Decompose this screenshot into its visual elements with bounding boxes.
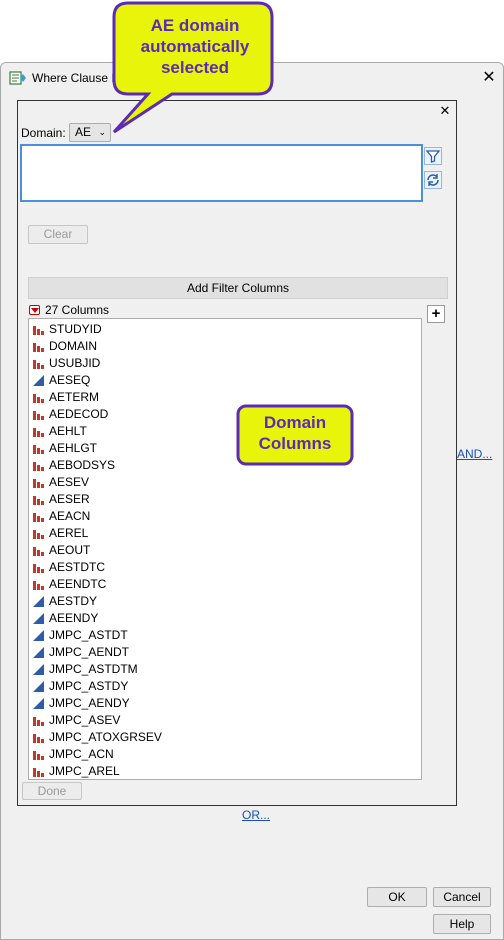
callout-text: Domain Columns xyxy=(236,412,354,454)
nominal-column-icon xyxy=(33,513,44,522)
column-name: AEDECOD xyxy=(49,407,109,421)
column-name: AESEV xyxy=(49,475,90,489)
close-icon[interactable]: ✕ xyxy=(479,67,499,87)
column-name: AEHLT xyxy=(49,424,87,438)
column-name: JMPC_AENDY xyxy=(49,696,130,710)
continuous-column-icon xyxy=(33,613,44,624)
column-name: STUDYID xyxy=(49,322,102,336)
column-name: AEENDTC xyxy=(49,577,107,591)
column-name: JMPC_ATOXGRSEV xyxy=(49,730,162,744)
column-name: AEOUT xyxy=(49,543,91,557)
column-name: AEENDY xyxy=(49,611,99,625)
column-name: JMPC_ACN xyxy=(49,747,114,761)
nominal-column-icon xyxy=(33,496,44,505)
column-name: JMPC_AENDT xyxy=(49,645,130,659)
where-clause-window: Where Clause B ✕ ✕ Domain: AE ⌄ Clear Ad… xyxy=(0,62,504,940)
column-name: JMPC_ASEV xyxy=(49,713,121,727)
nominal-column-icon xyxy=(33,564,44,573)
nominal-column-icon xyxy=(33,394,44,403)
refresh-icon[interactable] xyxy=(424,171,442,189)
nominal-column-icon xyxy=(33,530,44,539)
callout-line: Domain xyxy=(263,413,327,432)
callout-line: selected xyxy=(160,58,230,77)
ae-domain-callout: AE domain automatically selected xyxy=(100,0,290,140)
nominal-column-icon xyxy=(33,547,44,556)
callout-line: automatically xyxy=(140,37,250,56)
domain-label: Domain: xyxy=(21,126,66,140)
column-name: AETERM xyxy=(49,390,100,404)
continuous-column-icon xyxy=(33,647,44,658)
continuous-column-icon xyxy=(33,698,44,709)
help-button[interactable]: Help xyxy=(433,914,491,934)
nominal-column-icon xyxy=(33,326,44,335)
or-link[interactable]: OR... xyxy=(242,808,270,822)
column-name: AEBODSYS xyxy=(49,458,116,472)
column-name: AEACN xyxy=(49,509,91,523)
continuous-column-icon xyxy=(33,596,44,607)
columns-count: 27 Columns xyxy=(45,303,110,317)
nominal-column-icon xyxy=(33,445,44,454)
column-name: JMPC_ASTDT xyxy=(49,628,128,642)
callout-line: AE domain xyxy=(150,16,240,35)
column-name: AESTDTC xyxy=(49,560,106,574)
callout-text: AE domain automatically selected xyxy=(100,15,290,78)
column-name: AEHLGT xyxy=(49,441,98,455)
column-name: JMPC_ASTDTM xyxy=(49,662,138,676)
domain-columns-callout: Domain Columns xyxy=(236,404,356,468)
column-name: AESER xyxy=(49,492,90,506)
disclosure-triangle-icon[interactable] xyxy=(29,305,40,315)
add-filter-columns-button[interactable]: Add Filter Columns xyxy=(28,277,448,299)
continuous-column-icon xyxy=(33,630,44,641)
column-name: DOMAIN xyxy=(49,339,97,353)
column-name: USUBJID xyxy=(49,356,101,370)
columns-list[interactable]: STUDYID DOMAIN USUBJID AESEQ AETERM AEDECOD AE… xyxy=(28,318,422,780)
ok-button[interactable]: OK xyxy=(367,887,427,907)
continuous-column-icon xyxy=(33,375,44,386)
add-column-button[interactable]: + xyxy=(427,305,445,323)
column-name: JMPC_AREL xyxy=(49,764,120,778)
nominal-column-icon xyxy=(33,751,44,760)
nominal-column-icon xyxy=(33,411,44,420)
domain-select-value: AE xyxy=(75,125,92,139)
where-clause-input[interactable] xyxy=(20,144,423,202)
clear-button[interactable]: Clear xyxy=(28,225,88,244)
nominal-column-icon xyxy=(33,734,44,743)
nominal-column-icon xyxy=(33,343,44,352)
continuous-column-icon xyxy=(33,664,44,675)
callout-line: Columns xyxy=(258,434,332,453)
nominal-column-icon xyxy=(33,479,44,488)
column-name: AESEQ xyxy=(49,373,91,387)
nominal-column-icon xyxy=(33,581,44,590)
done-button[interactable]: Done xyxy=(22,782,82,800)
column-name: AESTDY xyxy=(49,594,98,608)
and-link[interactable]: AND... xyxy=(457,447,492,461)
where-clause-app-icon xyxy=(9,71,26,85)
continuous-column-icon xyxy=(33,681,44,692)
nominal-column-icon xyxy=(33,428,44,437)
close-icon[interactable]: ✕ xyxy=(438,103,452,119)
nominal-column-icon xyxy=(33,462,44,471)
nominal-column-icon xyxy=(33,360,44,369)
nominal-column-icon xyxy=(33,717,44,726)
filter-funnel-icon[interactable] xyxy=(424,147,442,165)
nominal-column-icon xyxy=(33,768,44,777)
column-name: AEREL xyxy=(49,526,89,540)
cancel-button[interactable]: Cancel xyxy=(433,887,491,907)
column-name: JMPC_ASTDY xyxy=(49,679,129,693)
